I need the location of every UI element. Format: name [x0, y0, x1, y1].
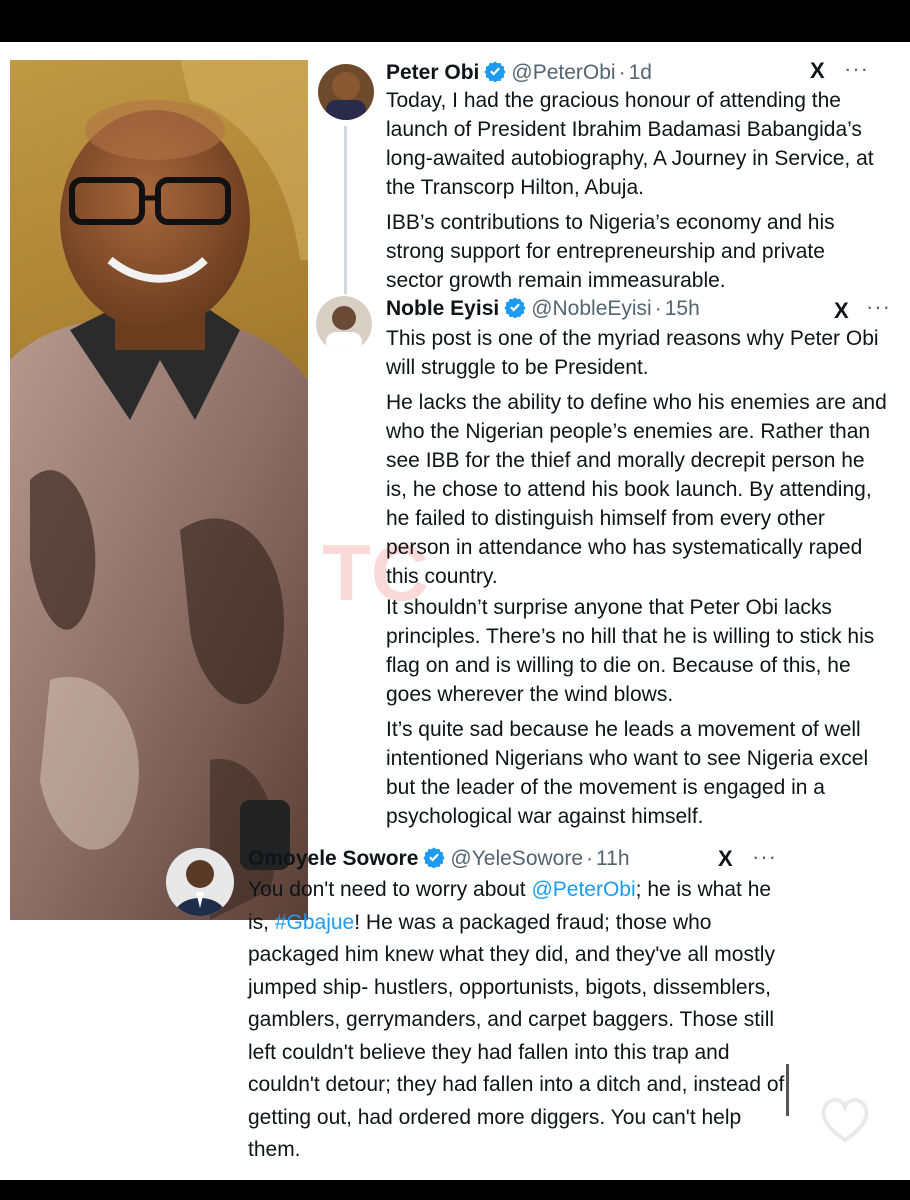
- timestamp[interactable]: 15h: [665, 297, 700, 320]
- verified-badge-icon: [484, 60, 507, 88]
- more-options-icon[interactable]: ···: [866, 294, 891, 320]
- tweet-body: You don't need to worry about @PeterObi;…: [248, 874, 788, 1167]
- bottom-black-bar: [0, 1180, 910, 1200]
- hashtag-link[interactable]: #Gbajue: [275, 911, 354, 934]
- more-options-icon[interactable]: ···: [844, 56, 869, 82]
- portrait-illustration: [10, 60, 308, 920]
- tweet-paragraph: You don't need to worry about @PeterObi;…: [248, 874, 788, 1167]
- heart-icon: [821, 1098, 869, 1143]
- tweet-paragraph: Today, I had the gracious honour of atte…: [386, 89, 874, 199]
- x-logo-icon: X: [718, 846, 733, 871]
- more-options-icon[interactable]: ···: [752, 844, 777, 870]
- verified-badge-icon: [504, 296, 526, 324]
- timestamp[interactable]: 1d: [629, 61, 652, 84]
- profile-photo: [10, 60, 308, 920]
- tweet-text: ! He was a packaged fraud; those who pac…: [248, 910, 785, 1162]
- display-name[interactable]: Noble Eyisi: [386, 297, 499, 320]
- tweet-paragraph: He lacks the ability to define who his e…: [386, 391, 887, 588]
- tweet-paragraph: IBB’s contributions to Nigeria’s economy…: [386, 211, 835, 292]
- avatar[interactable]: [318, 64, 374, 120]
- tweet-body: This post is one of the myriad reasons w…: [386, 324, 891, 831]
- tweet-paragraph: It’s quite sad because he leads a moveme…: [386, 718, 869, 828]
- like-button[interactable]: [814, 1088, 876, 1150]
- user-handle[interactable]: @NobleEyisi: [531, 297, 652, 320]
- timestamp[interactable]: 11h: [596, 847, 629, 870]
- mention-link[interactable]: @PeterObi: [531, 878, 635, 901]
- tweet-paragraph: It shouldn’t surprise anyone that Peter …: [386, 596, 875, 706]
- display-name[interactable]: Omoyele Sowore: [248, 847, 418, 870]
- tweet-header: Omoyele Sowore @YeleSowore · 11h: [248, 846, 630, 874]
- tweet-body: Today, I had the gracious honour of atte…: [386, 86, 876, 295]
- display-name[interactable]: Peter Obi: [386, 61, 479, 84]
- scroll-indicator: [786, 1064, 789, 1116]
- tweet-header: Peter Obi @PeterObi · 1d: [386, 60, 652, 88]
- avatar[interactable]: [316, 296, 372, 352]
- separator-dot: ·: [618, 61, 626, 84]
- tweet-header: Noble Eyisi @NobleEyisi · 15h: [386, 296, 700, 324]
- separator-dot: ·: [654, 297, 662, 320]
- user-handle[interactable]: @PeterObi: [511, 61, 615, 84]
- thread-connector-line: [344, 126, 347, 294]
- verified-badge-icon: [423, 846, 446, 874]
- avatar[interactable]: [166, 848, 234, 916]
- tweet-paragraph: This post is one of the myriad reasons w…: [386, 327, 879, 379]
- user-handle[interactable]: @YeleSowore: [450, 847, 583, 870]
- separator-dot: ·: [586, 847, 594, 870]
- x-logo-icon: X: [834, 298, 849, 323]
- x-logo-icon: X: [810, 58, 825, 83]
- top-black-bar: [0, 0, 910, 42]
- tweet-text: You don't need to worry about: [248, 878, 532, 901]
